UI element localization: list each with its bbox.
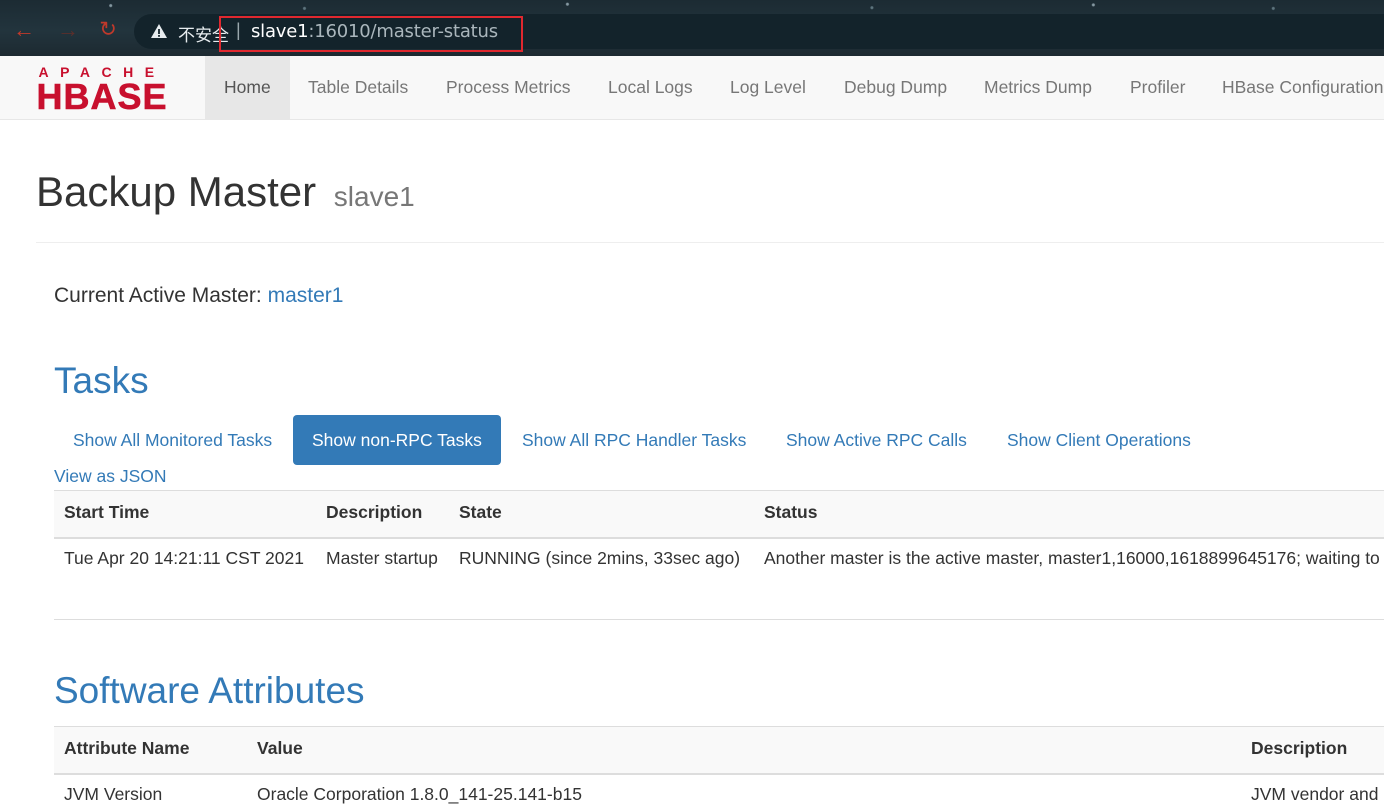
- hbase-logo[interactable]: APACHE HBASE: [16, 63, 188, 111]
- nav-item-profiler[interactable]: Profiler: [1111, 56, 1204, 119]
- nav-item-local-logs[interactable]: Local Logs: [589, 56, 712, 119]
- active-master-link[interactable]: master1: [268, 284, 344, 307]
- nav-item-process-metrics[interactable]: Process Metrics: [427, 56, 589, 119]
- software-attributes-title: Software Attributes: [54, 670, 365, 711]
- view-as-json-link[interactable]: View as JSON: [54, 466, 167, 487]
- forward-arrow-icon[interactable]: →: [56, 18, 80, 42]
- software-col-header: Attribute Name: [64, 738, 190, 758]
- software-cell-value: Oracle Corporation 1.8.0_141-25.141-b15: [257, 784, 582, 804]
- nav-item-log-level[interactable]: Log Level: [711, 56, 825, 119]
- svg-text:HBASE: HBASE: [36, 76, 167, 111]
- page-title-text: Backup Master: [36, 168, 317, 215]
- tasks-table-header: [54, 490, 1384, 539]
- active-master-label: Current Active Master:: [54, 284, 262, 307]
- tab-show-client-operations[interactable]: Show Client Operations: [988, 415, 1210, 465]
- tasks-cell-description: Master startup: [326, 548, 438, 568]
- software-table-header: [54, 726, 1384, 775]
- tab-show-non-rpc-tasks[interactable]: Show non-RPC Tasks: [293, 415, 501, 465]
- tasks-col-header: Start Time: [64, 502, 150, 522]
- tasks-col-header: Status: [764, 502, 818, 522]
- software-cell-name: JVM Version: [64, 784, 163, 804]
- tab-show-all-monitored-tasks[interactable]: Show All Monitored Tasks: [54, 415, 291, 465]
- url-highlight-box: [219, 16, 523, 52]
- tasks-col-header: Description: [326, 502, 423, 522]
- software-cell-description: JVM vendor and: [1251, 784, 1379, 804]
- nav-item-hbase-configuration[interactable]: HBase Configuration: [1203, 56, 1384, 119]
- tasks-cell-state: RUNNING (since 2mins, 33sec ago): [459, 548, 741, 568]
- active-master-info: Current Active Master: master1: [54, 284, 343, 308]
- page-header-divider: [36, 242, 1384, 243]
- software-col-header: Description: [1251, 738, 1348, 758]
- nav-item-metrics-dump[interactable]: Metrics Dump: [965, 56, 1111, 119]
- browser-toolbar: ← → ↻ 不安全 | slave1:16010/master-status: [0, 0, 1384, 56]
- toolbar-background: [0, 0, 1384, 14]
- tasks-cell-status: Another master is the active master, mas…: [764, 548, 1380, 568]
- page-subtitle: slave1: [333, 181, 415, 212]
- nav-item-home[interactable]: Home: [205, 56, 290, 119]
- tasks-cell-start-time: Tue Apr 20 14:21:11 CST 2021: [64, 548, 304, 568]
- nav-item-debug-dump[interactable]: Debug Dump: [825, 56, 966, 119]
- tab-show-active-rpc-calls[interactable]: Show Active RPC Calls: [767, 415, 986, 465]
- tasks-col-header: State: [459, 502, 502, 522]
- back-arrow-icon[interactable]: ←: [12, 18, 36, 42]
- warning-icon: [151, 24, 167, 38]
- nav-item-table-details[interactable]: Table Details: [289, 56, 427, 119]
- tasks-table-bottom-border: [54, 619, 1384, 620]
- software-col-header: Value: [257, 738, 303, 758]
- page-title: Backup Master slave1: [36, 168, 415, 216]
- reload-icon[interactable]: ↻: [96, 18, 120, 42]
- tab-show-all-rpc-handler-tasks[interactable]: Show All RPC Handler Tasks: [503, 415, 765, 465]
- tasks-title: Tasks: [54, 360, 149, 401]
- top-navbar: APACHE HBASE Home Table Details Process Me…: [0, 56, 1384, 120]
